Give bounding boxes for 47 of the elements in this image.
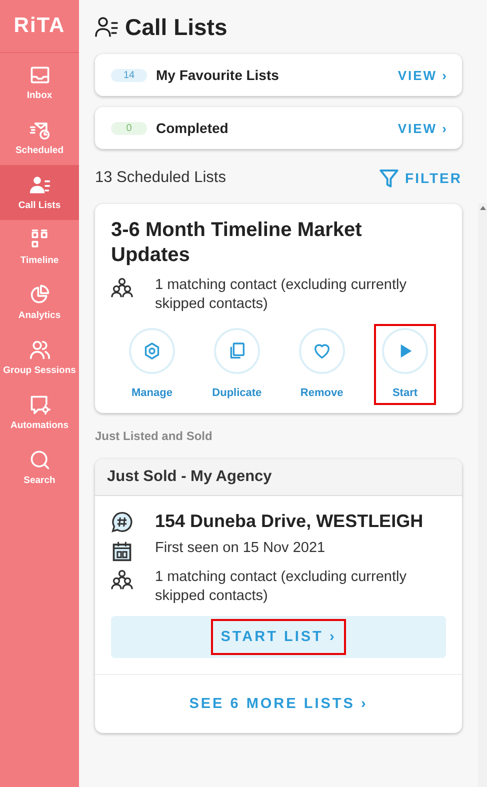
people-icon [111,569,133,591]
nav-item[interactable]: Search [0,440,79,495]
people-icon [28,339,50,361]
summary-card[interactable]: 14 My Favourite Lists VIEW › [95,54,462,96]
count-badge: 0 [111,122,147,134]
contacts-text: 1 matching contact (excluding currently skipped contacts) [155,276,408,314]
list-count: 13 Scheduled Lists [95,169,226,187]
person-list-icon [95,15,119,39]
start-list-button[interactable]: START LIST › [210,619,346,655]
nav-item[interactable]: Group Sessions [0,330,79,385]
logo: RiTA [14,13,66,39]
view-link[interactable]: VIEW › [398,120,448,136]
action-button[interactable]: Start [374,324,436,405]
action-button[interactable]: Remove [290,324,353,405]
nav-item[interactable]: Inbox [0,55,79,110]
nav-item[interactable]: Analytics [0,275,79,330]
nav-item[interactable]: Automations [0,385,79,440]
count-badge: 14 [111,68,147,82]
calendar-icon [111,540,133,562]
chat-gear-icon [28,394,50,416]
summary-label: My Favourite Lists [156,67,280,83]
inbox-icon [28,64,50,86]
card-header: Just Sold - My Agency [95,459,462,496]
nav-item[interactable]: Timeline [0,220,79,275]
date-text: First seen on 15 Nov 2021 [155,539,326,558]
hash-bubble-icon [111,511,133,533]
summary-card[interactable]: 0 Completed VIEW › [95,107,462,149]
nav-item[interactable]: Scheduled [0,110,79,165]
person-list-icon [28,174,50,196]
summary-label: Completed [156,120,230,136]
heart-icon [312,341,332,361]
section-heading: Just Listed and Sold [95,429,214,443]
action-button[interactable]: Manage [121,324,183,405]
address-text: 154 Duneba Drive, WESTLEIGH [155,510,424,532]
more-lists-link[interactable]: SEE 6 MORE LISTS › [189,696,368,712]
contacts-text: 1 matching contact (excluding currently skipped contacts) [155,568,408,606]
nav-item[interactable]: Call Lists [0,165,79,220]
people-icon [111,277,133,299]
search-icon [28,449,50,471]
list-title: 3-6 Month Timeline Market Updates [111,218,363,268]
action-button[interactable]: Duplicate [204,324,270,405]
pie-chart-icon [28,284,50,306]
view-link[interactable]: VIEW › [398,68,448,82]
page-title: Call Lists [125,14,228,40]
gear-icon [142,341,162,361]
filter-icon [379,168,400,188]
filter-button[interactable]: FILTER [379,168,462,188]
